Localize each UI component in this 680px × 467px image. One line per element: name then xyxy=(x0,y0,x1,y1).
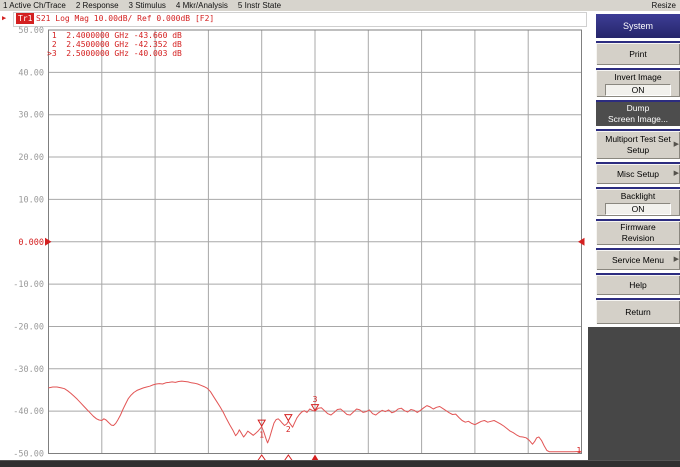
misc-setup-button[interactable]: Misc Setup ▶ xyxy=(596,162,680,184)
softkey-label: Backlight xyxy=(621,191,656,202)
marker-readout-row: >3 2.5000000 GHz -40.003 dB xyxy=(47,49,182,58)
y-axis-label: 10.00 xyxy=(18,195,44,205)
y-axis-label: -30.00 xyxy=(13,365,44,375)
y-axis-label: -20.00 xyxy=(13,322,44,332)
side-panel: SystemPrintInvert ImageONDumpScreen Imag… xyxy=(588,11,680,461)
submenu-arrow-icon: ▶ xyxy=(674,168,679,179)
softkey-label: Help xyxy=(629,280,646,291)
trace-badge[interactable]: Tr1 xyxy=(16,13,34,24)
menubar-item[interactable]: 2 Response xyxy=(76,1,119,10)
menubar-item[interactable]: 4 Mkr/Analysis xyxy=(176,1,228,10)
softkey-label: Dump xyxy=(627,103,650,114)
firmware-revision-button[interactable]: FirmwareRevision xyxy=(596,219,680,245)
service-menu-button[interactable]: Service Menu ▶ xyxy=(596,248,680,270)
y-axis-label: -10.00 xyxy=(13,280,44,290)
submenu-arrow-icon: ▶ xyxy=(674,254,679,265)
marker-label: 1 xyxy=(259,431,264,440)
return-button[interactable]: Return xyxy=(596,298,680,324)
vna-screen: 1 Active Ch/Trace 2 Response 3 Stimulus 4 M… xyxy=(0,0,680,467)
softkey-label: Screen Image... xyxy=(608,114,668,125)
marker-readout: 1 2.4000000 GHz -43.660 dB 2 2.4500000 G… xyxy=(47,31,182,58)
softkey-label: Invert Image xyxy=(614,72,661,83)
resize-button[interactable]: Resize xyxy=(652,1,676,10)
menubar-item[interactable]: 5 Instr State xyxy=(238,1,281,10)
marker-label: 2 xyxy=(286,425,291,434)
marker-symbol-icon xyxy=(285,415,292,421)
menubar-item[interactable]: 3 Stimulus xyxy=(129,1,166,10)
softkey-label: Revision xyxy=(622,233,655,244)
softkey-label: Misc Setup xyxy=(617,169,659,180)
trace-end-label: 1 xyxy=(577,446,582,455)
backlight-button-state: ON xyxy=(605,203,671,215)
marker-readout-row: 1 2.4000000 GHz -43.660 dB xyxy=(47,31,182,40)
y-axis-label: 30.00 xyxy=(18,111,44,121)
softkey-label: Firmware xyxy=(620,222,655,233)
y-axis-label: 0.000 xyxy=(18,238,44,248)
print-button[interactable]: Print xyxy=(596,41,680,65)
y-axis-label: 40.00 xyxy=(18,68,44,78)
system-header: System xyxy=(596,14,680,38)
plot-area: ▶ Tr1 S21 Log Mag 10.00dB/ Ref 0.000dB [… xyxy=(0,11,589,461)
menubar-item[interactable]: 1 Active Ch/Trace xyxy=(3,1,66,10)
panel-empty-area xyxy=(588,327,680,461)
s21-plot-svg: 50.00 40.00 30.00 20.00 10.00 0.000 -10.00 -20.… xyxy=(0,24,589,467)
y-axis-label: -50.00 xyxy=(13,450,44,460)
multiport-test-set-setup-button[interactable]: Multiport Test SetSetup ▶ xyxy=(596,129,680,159)
softkey-label: Setup xyxy=(627,145,649,156)
invert-image-button[interactable]: Invert ImageON xyxy=(596,68,680,97)
y-axis-label: 50.00 xyxy=(18,26,44,36)
dump-screen-image-button[interactable]: DumpScreen Image... xyxy=(596,100,680,126)
softkey-label: Multiport Test Set xyxy=(605,134,671,145)
backlight-button[interactable]: BacklightON xyxy=(596,187,680,216)
bottom-status-bar xyxy=(0,460,680,467)
invert-image-button-state: ON xyxy=(605,84,671,96)
marker-readout-row: 2 2.4500000 GHz -42.352 dB xyxy=(47,40,182,49)
y-axis-label: -40.00 xyxy=(13,407,44,417)
softkey-label: System xyxy=(623,21,653,32)
softkey-label: Service Menu xyxy=(612,255,664,266)
softkey-label: Print xyxy=(629,49,646,60)
y-axis-label: 20.00 xyxy=(18,153,44,163)
help-button[interactable]: Help xyxy=(596,273,680,295)
submenu-arrow-icon: ▶ xyxy=(674,139,679,150)
softkey-label: Return xyxy=(625,307,651,318)
marker-label: 3 xyxy=(313,395,318,404)
